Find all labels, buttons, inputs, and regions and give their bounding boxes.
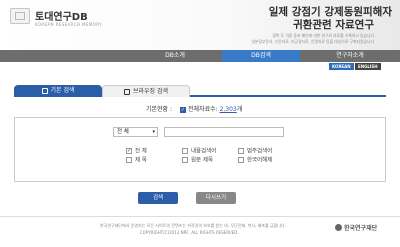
tab-doc-icon [41,87,48,94]
site-description-line2: 일본정부문서, 신문자료, 미군정자료, 인명자료 등을 대상으로 구축되었습니… [251,39,374,44]
footer-logo[interactable]: 한국연구재단 [344,223,377,232]
nav-item-blank-left [0,50,75,62]
tab-browse-search[interactable]: 브라우징 검색 [102,85,190,97]
checkbox-label: 제 목 [135,157,147,164]
search-field-select-value: 전 체 [117,129,129,135]
nav-item-db-intro[interactable]: DB소개 [150,50,200,62]
status-label: 기본현황 : [146,106,173,113]
checkbox-box[interactable]: ✓ [126,148,132,154]
checkbox-label: 범주검색어 [247,148,273,155]
checkbox-original-title[interactable]: 원문 제목 [182,157,213,165]
nrf-logo-icon [335,224,342,231]
checkbox-box[interactable] [182,157,188,163]
checkbox-box[interactable] [238,157,244,163]
lang-korean-button[interactable]: KOREAN [329,63,354,70]
nav-item-researchers[interactable]: 연구자소개 [320,50,380,62]
checkbox-box[interactable] [238,148,244,154]
search-field-select[interactable]: 전 체 ▾ [113,127,158,137]
status-count[interactable]: 2,303 [220,106,237,113]
site-title-line2: 귀환관련 자료연구 [293,19,374,31]
logo-title[interactable]: 토대연구DB [35,8,88,23]
checkbox-label: 원문 제목 [191,157,213,164]
nav-item-db-search[interactable]: DB검색 [222,50,300,62]
checkbox-label: 내용검색어 [191,148,217,155]
page: 토대연구DB KOREAN RESEARCH MEMORY 일제 강점기 강제동… [0,0,400,247]
checkbox-box[interactable] [182,148,188,154]
checkbox-korean-abstract[interactable]: 한국어해제 [238,157,272,165]
check-icon: ✓ [180,106,187,113]
checkbox-title[interactable]: 제 목 [126,157,147,165]
checkbox-box[interactable] [126,157,132,163]
reset-button[interactable]: 다시쓰기 [196,192,236,204]
chevron-down-icon: ▾ [152,129,155,135]
lang-english-button[interactable]: ENGLISH [355,63,381,70]
tab-basic-search[interactable]: 기본 검색 [14,85,102,97]
search-input[interactable] [164,127,284,137]
footer-notice: 한국연구재단에서 운영하는 모든 사이트의 콘텐츠는 저작권의 보호를 받는 바… [100,223,286,228]
status-unit: 개 [236,106,243,113]
main-nav: DB소개 DB검색 연구자소개 [0,50,400,62]
footer-divider [0,216,400,217]
status-summary: 기본현황 : ✓ 전체자료수: 2,303개 [146,104,242,113]
search-button[interactable]: 검색 [138,192,178,204]
logo-icon [10,8,30,24]
footer-copyright: COPYRIGHT(C)2013 NRF, ALL RIGHTS RESERVE… [140,230,239,235]
header: 토대연구DB KOREAN RESEARCH MEMORY 일제 강점기 강제동… [0,0,400,50]
checkbox-content-keyword[interactable]: 내용검색어 [182,148,216,156]
checkbox-label: 전 체 [135,148,147,155]
checkbox-label: 한국어해제 [247,157,273,164]
tab-browse-search-label: 브라우징 검색 [132,88,169,95]
search-tabs: 기본 검색 브라우징 검색 [14,85,386,97]
checkbox-all[interactable]: ✓ 전 체 [126,148,147,156]
status-total-label: 전체자료수: [188,106,218,113]
tab-doc-icon [123,88,130,95]
checkbox-category-keyword[interactable]: 범주검색어 [238,148,272,156]
logo-subtitle: KOREAN RESEARCH MEMORY [35,22,102,27]
tab-basic-search-label: 기본 검색 [50,87,75,94]
